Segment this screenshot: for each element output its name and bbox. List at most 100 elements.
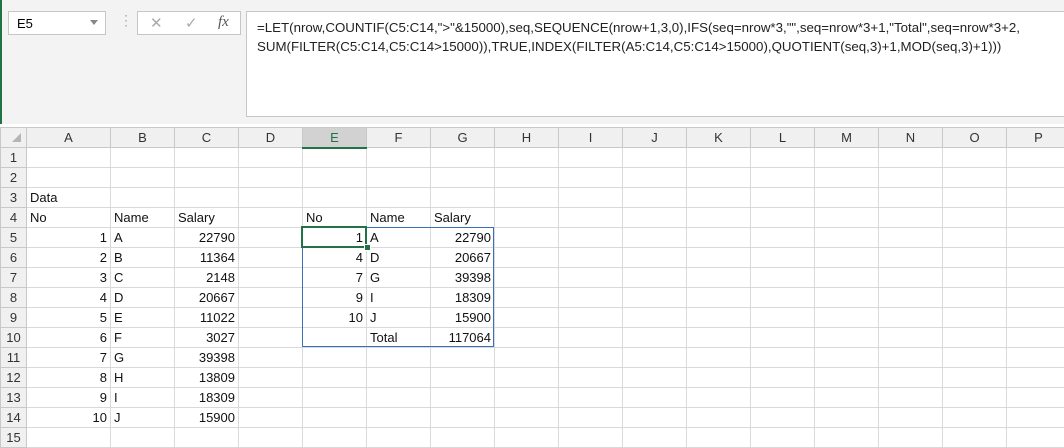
cell-L10[interactable] (751, 328, 815, 348)
cell-E1[interactable] (303, 148, 367, 168)
cell-A8[interactable]: 4 (27, 288, 111, 308)
cell-J9[interactable] (623, 308, 687, 328)
cell-F7[interactable]: G (367, 268, 431, 288)
cell-A14[interactable]: 10 (27, 408, 111, 428)
cell-N8[interactable] (879, 288, 943, 308)
row-header[interactable]: 3 (1, 188, 27, 208)
cell-M13[interactable] (815, 388, 879, 408)
cell-N6[interactable] (879, 248, 943, 268)
cell-L3[interactable] (751, 188, 815, 208)
cell-E8[interactable]: 9 (303, 288, 367, 308)
cell-D11[interactable] (239, 348, 303, 368)
column-header-E[interactable]: E (303, 128, 367, 148)
cell-B1[interactable] (111, 148, 175, 168)
cell-G2[interactable] (431, 168, 495, 188)
cell-F3[interactable] (367, 188, 431, 208)
cell-H8[interactable] (495, 288, 559, 308)
cell-K11[interactable] (687, 348, 751, 368)
column-header-A[interactable]: A (27, 128, 111, 148)
cell-A6[interactable]: 2 (27, 248, 111, 268)
enter-icon[interactable]: ✓ (185, 14, 198, 32)
cell-M10[interactable] (815, 328, 879, 348)
cell-B3[interactable] (111, 188, 175, 208)
cell-E15[interactable] (303, 428, 367, 448)
cell-M11[interactable] (815, 348, 879, 368)
cell-F9[interactable]: J (367, 308, 431, 328)
cell-O4[interactable] (943, 208, 1007, 228)
cell-C4[interactable]: Salary (175, 208, 239, 228)
cell-M9[interactable] (815, 308, 879, 328)
cell-C1[interactable] (175, 148, 239, 168)
cell-N15[interactable] (879, 428, 943, 448)
row-header[interactable]: 13 (1, 388, 27, 408)
cell-L15[interactable] (751, 428, 815, 448)
cell-G13[interactable] (431, 388, 495, 408)
column-header-B[interactable]: B (111, 128, 175, 148)
cell-M6[interactable] (815, 248, 879, 268)
cell-G12[interactable] (431, 368, 495, 388)
cell-O11[interactable] (943, 348, 1007, 368)
cell-O13[interactable] (943, 388, 1007, 408)
cell-E13[interactable] (303, 388, 367, 408)
cell-G14[interactable] (431, 408, 495, 428)
cell-K8[interactable] (687, 288, 751, 308)
column-header-D[interactable]: D (239, 128, 303, 148)
cell-N1[interactable] (879, 148, 943, 168)
cell-B4[interactable]: Name (111, 208, 175, 228)
cell-G5[interactable]: 22790 (431, 228, 495, 248)
cell-I4[interactable] (559, 208, 623, 228)
cell-E14[interactable] (303, 408, 367, 428)
cell-O1[interactable] (943, 148, 1007, 168)
cell-J11[interactable] (623, 348, 687, 368)
cell-A1[interactable] (27, 148, 111, 168)
cell-K14[interactable] (687, 408, 751, 428)
cell-A15[interactable] (27, 428, 111, 448)
cell-K7[interactable] (687, 268, 751, 288)
cell-E5[interactable]: 1 (303, 228, 367, 248)
cell-O3[interactable] (943, 188, 1007, 208)
cell-D12[interactable] (239, 368, 303, 388)
cell-H13[interactable] (495, 388, 559, 408)
cell-D10[interactable] (239, 328, 303, 348)
cell-E11[interactable] (303, 348, 367, 368)
cell-L9[interactable] (751, 308, 815, 328)
cell-G7[interactable]: 39398 (431, 268, 495, 288)
cell-D6[interactable] (239, 248, 303, 268)
cell-B11[interactable]: G (111, 348, 175, 368)
cell-A2[interactable] (27, 168, 111, 188)
row-header[interactable]: 11 (1, 348, 27, 368)
column-header-O[interactable]: O (943, 128, 1007, 148)
cell-M12[interactable] (815, 368, 879, 388)
fill-handle[interactable] (364, 244, 371, 251)
cell-A7[interactable]: 3 (27, 268, 111, 288)
cell-C5[interactable]: 22790 (175, 228, 239, 248)
cell-B6[interactable]: B (111, 248, 175, 268)
cell-O15[interactable] (943, 428, 1007, 448)
cell-I11[interactable] (559, 348, 623, 368)
cell-G1[interactable] (431, 148, 495, 168)
cell-N7[interactable] (879, 268, 943, 288)
cell-J12[interactable] (623, 368, 687, 388)
cell-J1[interactable] (623, 148, 687, 168)
cell-K4[interactable] (687, 208, 751, 228)
cell-I9[interactable] (559, 308, 623, 328)
cell-N14[interactable] (879, 408, 943, 428)
cell-N9[interactable] (879, 308, 943, 328)
cell-O12[interactable] (943, 368, 1007, 388)
cell-O6[interactable] (943, 248, 1007, 268)
cell-A3[interactable]: Data (27, 188, 111, 208)
cell-F8[interactable]: I (367, 288, 431, 308)
column-header-C[interactable]: C (175, 128, 239, 148)
spreadsheet-grid[interactable]: ABCDEFGHIJKLMNOP123Data4NoNameSalaryNoNa… (0, 127, 1064, 448)
cell-G4[interactable]: Salary (431, 208, 495, 228)
cell-K15[interactable] (687, 428, 751, 448)
cell-N12[interactable] (879, 368, 943, 388)
cell-H5[interactable] (495, 228, 559, 248)
chevron-down-icon[interactable] (90, 20, 98, 25)
cell-B10[interactable]: F (111, 328, 175, 348)
cell-B2[interactable] (111, 168, 175, 188)
cell-D8[interactable] (239, 288, 303, 308)
cell-C11[interactable]: 39398 (175, 348, 239, 368)
cell-D13[interactable] (239, 388, 303, 408)
cell-P12[interactable] (1007, 368, 1064, 388)
